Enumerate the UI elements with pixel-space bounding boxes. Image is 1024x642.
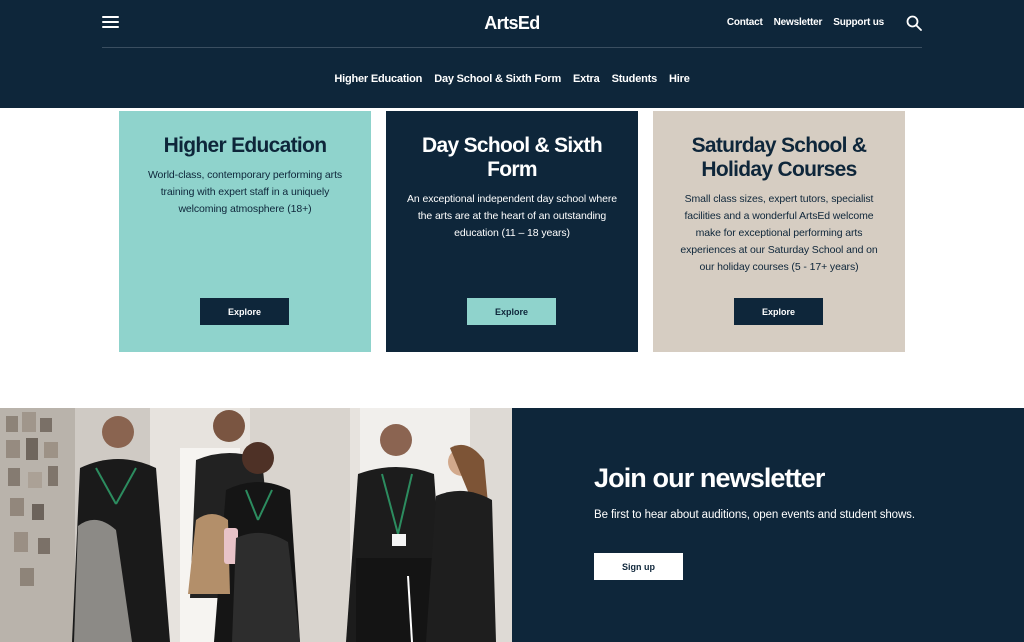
card-title: Higher Education <box>163 134 327 157</box>
nav-day-school[interactable]: Day School & Sixth Form <box>434 73 561 85</box>
students-photo <box>0 408 512 642</box>
card-description: An exceptional independent day school wh… <box>407 193 617 239</box>
nav-newsletter-link[interactable]: Newsletter <box>774 17 823 28</box>
site-header: ArtsEd Contact Newsletter Support us Hig… <box>0 0 1024 108</box>
signup-button[interactable]: Sign up <box>594 553 683 580</box>
explore-button[interactable]: Explore <box>734 298 823 325</box>
nav-students[interactable]: Students <box>612 73 658 85</box>
newsletter-description: Be first to hear about auditions, open e… <box>594 509 915 521</box>
card-title: Saturday School & Holiday Courses <box>691 134 868 181</box>
explore-button[interactable]: Explore <box>467 298 556 325</box>
utility-nav: Contact Newsletter Support us <box>727 17 884 28</box>
nav-support-link[interactable]: Support us <box>833 17 884 28</box>
explore-button[interactable]: Explore <box>200 298 289 325</box>
nav-contact-link[interactable]: Contact <box>727 17 763 28</box>
card-day-school: Day School & Sixth Form An exceptional i… <box>386 111 638 352</box>
card-description: Small class sizes, expert tutors, specia… <box>680 193 878 273</box>
nav-higher-education[interactable]: Higher Education <box>334 73 422 85</box>
newsletter-title: Join our newsletter <box>594 463 825 493</box>
nav-hire[interactable]: Hire <box>669 73 690 85</box>
card-higher-education: Higher Education World-class, contempora… <box>119 111 371 352</box>
main-nav: Higher Education Day School & Sixth Form… <box>0 73 1024 85</box>
header-divider <box>102 47 922 48</box>
card-saturday-school: Saturday School & Holiday Courses Small … <box>653 111 905 352</box>
card-title: Day School & Sixth Form <box>422 134 603 181</box>
nav-extra[interactable]: Extra <box>573 73 600 85</box>
search-icon[interactable] <box>906 15 922 31</box>
newsletter-section: Join our newsletter Be first to hear abo… <box>512 408 1024 642</box>
card-description: World-class, contemporary performing art… <box>147 169 343 215</box>
students-photo-illustration <box>0 408 512 642</box>
